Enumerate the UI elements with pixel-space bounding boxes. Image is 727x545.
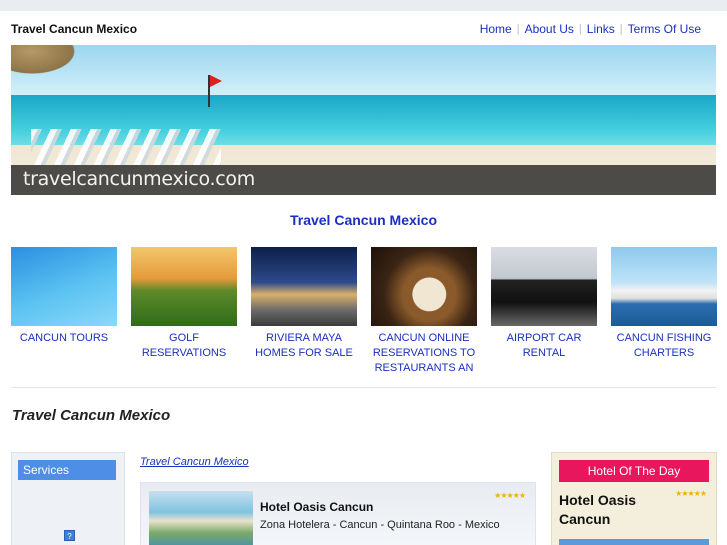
left-sidebar: Services ? (11, 452, 125, 545)
hotel-of-the-day-name[interactable]: Hotel Oasis Cancun (559, 491, 659, 529)
services-button[interactable]: Services (18, 460, 116, 480)
banner-caption: travelcancunmexico.com (23, 168, 255, 190)
palapa-umbrella-icon (11, 45, 81, 77)
golf-course-photo[interactable] (131, 247, 237, 326)
tile-label[interactable]: AIRPORT CAR RENTAL (491, 331, 597, 361)
top-navigation: Home | About Us | Links | Terms Of Use (480, 22, 701, 36)
hotel-name[interactable]: Hotel Oasis Cancun (260, 500, 373, 514)
tile-label[interactable]: CANCUN FISHING CHARTERS (611, 331, 717, 361)
star-rating-icon: ★★★★★ (675, 489, 707, 498)
hotel-of-the-day-button[interactable]: Hotel Of The Day (559, 460, 709, 482)
tile-airport-car-rental[interactable]: AIRPORT CAR RENTAL (491, 247, 597, 361)
tile-riviera-maya-homes[interactable]: RIVIERA MAYA HOMES FOR SALE (251, 247, 357, 361)
restaurant-dish-photo[interactable] (371, 247, 477, 326)
star-rating-icon: ★★★★★ (494, 491, 526, 500)
hotel-photo[interactable] (149, 491, 253, 545)
top-strip (0, 0, 727, 11)
dolphin-swim-photo[interactable] (11, 247, 117, 326)
tile-label[interactable]: GOLF RESERVATIONS (131, 331, 237, 361)
tile-label[interactable]: RIVIERA MAYA HOMES FOR SALE (251, 331, 357, 361)
help-icon[interactable]: ? (64, 530, 75, 541)
fishing-boat-photo[interactable] (611, 247, 717, 326)
beach-chairs (31, 129, 221, 165)
hotel-address: Zona Hotelera - Cancun - Quintana Roo - … (260, 519, 500, 531)
hotel-listing-card[interactable]: Hotel Oasis Cancun Zona Hotelera - Cancu… (140, 482, 536, 545)
tile-cancun-tours[interactable]: CANCUN TOURS (11, 247, 117, 346)
tile-fishing-charters[interactable]: CANCUN FISHING CHARTERS (611, 247, 717, 361)
nav-separator: | (578, 23, 582, 35)
tile-label[interactable]: CANCUN ONLINE RESERVATIONS TO RESTAURANT… (371, 331, 477, 376)
breadcrumb[interactable]: Travel Cancun Mexico (140, 456, 249, 468)
banner-sky (11, 45, 716, 97)
header-banner-image: travelcancunmexico.com (11, 45, 716, 195)
sidebar-bar (559, 539, 709, 545)
nav-home-link[interactable]: Home (480, 22, 512, 36)
red-flag-icon (208, 75, 222, 107)
nav-links-link[interactable]: Links (587, 22, 615, 36)
page-heading: Travel Cancun Mexico (289, 212, 438, 228)
section-heading: Travel Cancun Mexico (12, 407, 171, 424)
tile-restaurant-reservations[interactable]: CANCUN ONLINE RESERVATIONS TO RESTAURANT… (371, 247, 477, 376)
nav-separator: | (516, 23, 520, 35)
banner-caption-bar: travelcancunmexico.com (11, 165, 716, 195)
right-sidebar: Hotel Of The Day ★★★★★ Hotel Oasis Cancu… (551, 452, 717, 545)
tile-golf-reservations[interactable]: GOLF RESERVATIONS (131, 247, 237, 361)
divider (11, 387, 716, 388)
nav-terms-link[interactable]: Terms Of Use (628, 22, 701, 36)
nav-separator: | (619, 23, 623, 35)
minivan-photo[interactable] (491, 247, 597, 326)
tile-label[interactable]: CANCUN TOURS (11, 331, 117, 346)
house-night-photo[interactable] (251, 247, 357, 326)
nav-about-us-link[interactable]: About Us (525, 22, 574, 36)
site-title: Travel Cancun Mexico (11, 22, 138, 36)
